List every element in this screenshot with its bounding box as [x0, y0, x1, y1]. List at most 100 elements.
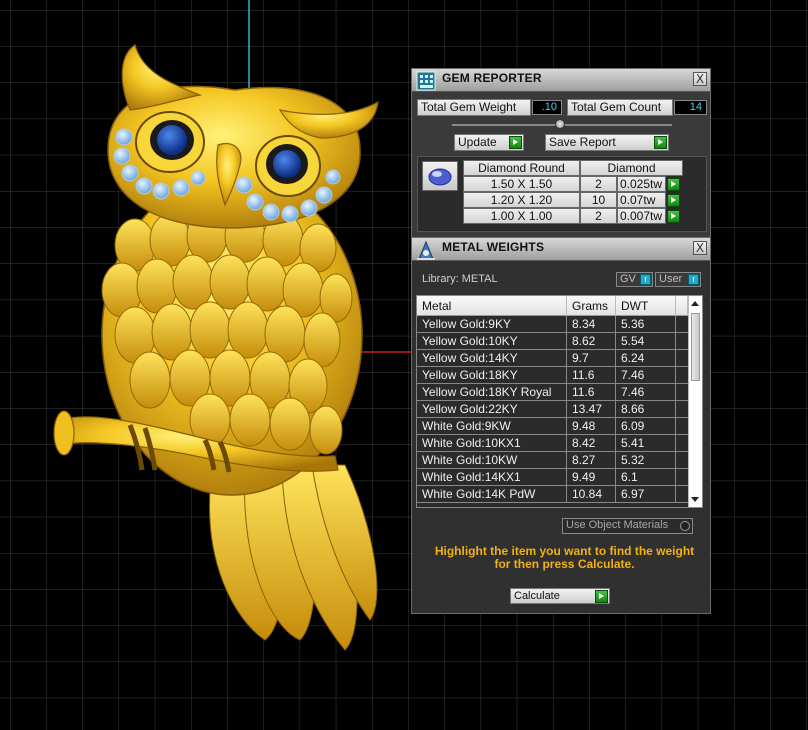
column-header-dwt[interactable]: DWT	[616, 296, 676, 316]
table-cell-metal: White Gold:9KW	[417, 418, 567, 434]
total-gem-weight-label: Total Gem Weight	[417, 99, 531, 116]
save-report-arrow-icon	[654, 136, 667, 149]
use-object-materials-label: Use Object Materials	[566, 519, 669, 531]
gem-row-1-weight: 0.025tw	[617, 176, 666, 192]
gem-row-3-size[interactable]: 1.00 X 1.00	[463, 208, 580, 224]
table-cell-dwt: 7.46	[616, 367, 676, 383]
gem-row-2-weight: 0.07tw	[617, 192, 666, 208]
table-cell-metal: Yellow Gold:14KY	[417, 350, 567, 366]
gem-reporter-close-icon[interactable]: X	[693, 72, 707, 86]
table-row[interactable]: White Gold:14K PdW 10.84 6.97	[417, 486, 688, 503]
gem-row-1-count: 2	[580, 176, 617, 192]
calculate-arrow-icon	[595, 590, 608, 603]
gem-row-2-go-icon[interactable]	[667, 194, 680, 207]
table-row[interactable]: White Gold:14KX1 9.49 6.1	[417, 469, 688, 486]
total-gem-count-label: Total Gem Count	[567, 99, 673, 116]
table-cell-grams: 11.6	[567, 367, 616, 383]
gem-type-header: Diamond	[580, 160, 683, 176]
metal-weights-table[interactable]: Metal Grams DWT Yellow Gold:9KY 8.34 5.36 Y…	[416, 295, 703, 508]
calculate-instructions: Highlight the item you want to find the …	[422, 545, 707, 571]
table-cell-grams: 8.34	[567, 316, 616, 332]
diamond-round-gem-icon[interactable]	[422, 161, 458, 191]
metal-table-scrollbar[interactable]	[688, 296, 702, 507]
gem-reporter-titlebar[interactable]: GEM REPORTER X	[412, 69, 710, 92]
calculate-instructions-line-2: for then press Calculate.	[494, 557, 635, 571]
total-gem-weight-field[interactable]: .10	[532, 100, 562, 115]
scroll-up-icon[interactable]	[691, 301, 699, 306]
table-cell-dwt: 6.97	[616, 486, 676, 502]
table-cell-grams: 8.27	[567, 452, 616, 468]
table-cell-dwt: 5.54	[616, 333, 676, 349]
gem-row-3-go-icon[interactable]	[667, 210, 680, 223]
gem-row-1-size[interactable]: 1.50 X 1.50	[463, 176, 580, 192]
gv-toggle[interactable]: GV	[616, 272, 653, 287]
table-row[interactable]: Yellow Gold:18KY 11.6 7.46	[417, 367, 688, 384]
metal-weights-title: METAL WEIGHTS	[442, 240, 545, 254]
user-toggle-label: User	[659, 273, 683, 285]
save-report-button-label: Save Report	[549, 135, 616, 149]
table-cell-dwt: 6.1	[616, 469, 676, 485]
user-toggle-indicator-icon	[688, 274, 699, 285]
table-row[interactable]: Yellow Gold:9KY 8.34 5.36	[417, 316, 688, 333]
diamond-icon	[428, 168, 452, 186]
table-cell-dwt: 6.09	[616, 418, 676, 434]
calculate-button-label: Calculate	[514, 590, 560, 602]
table-cell-grams: 9.48	[567, 418, 616, 434]
table-row[interactable]: Yellow Gold:10KY 8.62 5.54	[417, 333, 688, 350]
metal-weights-close-icon[interactable]: X	[693, 241, 707, 255]
table-cell-grams: 8.62	[567, 333, 616, 349]
table-cell-metal: White Gold:14KX1	[417, 469, 567, 485]
column-header-spacer	[676, 296, 688, 316]
table-row	[417, 503, 688, 507]
gem-row-3-weight: 0.007tw	[617, 208, 666, 224]
save-report-button[interactable]: Save Report	[545, 134, 669, 151]
calculate-button[interactable]: Calculate	[510, 588, 610, 604]
gem-reporter-panel: GEM REPORTER X Total Gem Weight .10 Tota…	[411, 68, 711, 238]
table-cell-dwt: 5.41	[616, 435, 676, 451]
gem-row-2-count: 10	[580, 192, 617, 208]
owl-right-eye	[255, 135, 321, 197]
table-cell-dwt: 5.36	[616, 316, 676, 332]
table-cell-dwt: 6.24	[616, 350, 676, 366]
gem-row-2-size[interactable]: 1.20 X 1.20	[463, 192, 580, 208]
update-button[interactable]: Update	[454, 134, 524, 151]
metal-weights-app-icon	[417, 240, 435, 260]
gem-reporter-slider-handle[interactable]	[555, 119, 565, 129]
table-cell-metal: White Gold:10KW	[417, 452, 567, 468]
table-cell-metal: Yellow Gold:9KY	[417, 316, 567, 332]
gem-row-3-count: 2	[580, 208, 617, 224]
gv-toggle-indicator-icon	[640, 274, 651, 285]
table-cell-metal: Yellow Gold:22KY	[417, 401, 567, 417]
table-row[interactable]: White Gold:10KW 8.27 5.32	[417, 452, 688, 469]
table-cell-dwt: 8.66	[616, 401, 676, 417]
table-row[interactable]: Yellow Gold:18KY Royal 11.6 7.46	[417, 384, 688, 401]
table-row[interactable]: Yellow Gold:22KY 13.47 8.66	[417, 401, 688, 418]
table-row[interactable]: White Gold:10KX1 8.42 5.41	[417, 435, 688, 452]
metal-weights-panel: METAL WEIGHTS X Library: METAL GV User M…	[411, 237, 711, 614]
table-cell-grams: 10.84	[567, 486, 616, 502]
table-cell-metal: Yellow Gold:10KY	[417, 333, 567, 349]
table-cell-grams: 9.49	[567, 469, 616, 485]
owl-left-eye	[135, 111, 205, 173]
table-row[interactable]: White Gold:9KW 9.48 6.09	[417, 418, 688, 435]
use-object-materials-toggle[interactable]: Use Object Materials	[562, 518, 693, 534]
scroll-down-icon[interactable]	[691, 497, 699, 502]
table-row[interactable]: Yellow Gold:14KY 9.7 6.24	[417, 350, 688, 367]
metal-weights-titlebar[interactable]: METAL WEIGHTS X	[412, 238, 710, 261]
column-header-grams[interactable]: Grams	[567, 296, 616, 316]
user-toggle[interactable]: User	[655, 272, 701, 287]
table-cell-dwt: 5.32	[616, 452, 676, 468]
use-object-materials-radio-icon	[680, 521, 690, 531]
column-header-metal[interactable]: Metal	[417, 296, 567, 316]
gem-shape-header: Diamond Round	[463, 160, 580, 176]
scroll-thumb[interactable]	[691, 313, 700, 381]
update-button-label: Update	[458, 135, 497, 149]
gem-reporter-app-icon	[416, 71, 436, 91]
total-gem-count-field[interactable]: 14	[674, 100, 707, 115]
table-cell-metal: Yellow Gold:18KY	[417, 367, 567, 383]
table-cell-grams: 11.6	[567, 384, 616, 400]
table-cell-grams: 9.7	[567, 350, 616, 366]
gem-row-1-go-icon[interactable]	[667, 178, 680, 191]
gem-table: Diamond Round Diamond 1.50 X 1.50 2 0.02…	[417, 156, 707, 232]
update-arrow-icon	[509, 136, 522, 149]
